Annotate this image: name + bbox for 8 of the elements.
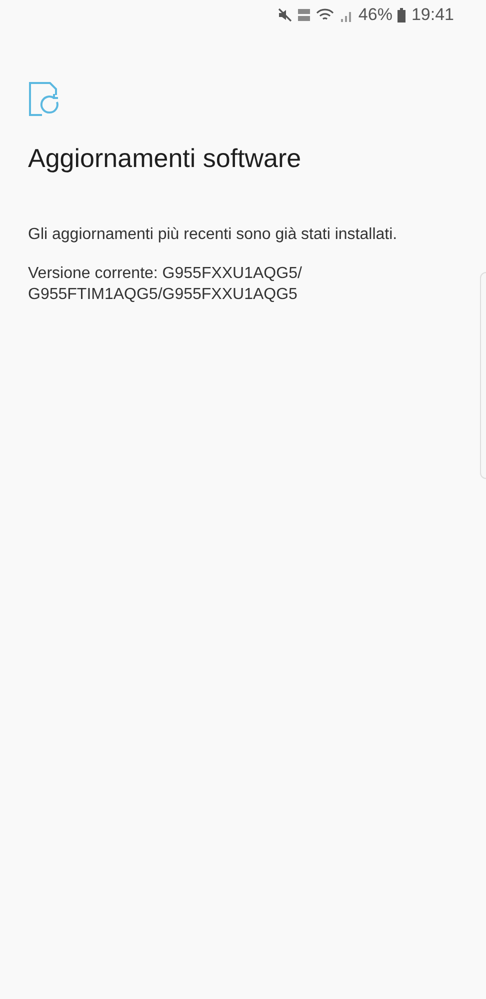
status-message: Gli aggiornamenti più recenti sono già stati installati.: [28, 226, 398, 244]
wifi-icon: [316, 8, 334, 22]
battery-percent: 46%: [358, 5, 392, 25]
clock-time: 19:41: [411, 5, 454, 25]
page-title: Aggiornamenti software: [28, 143, 302, 174]
current-version: Versione corrente: G955FXXU1AQG5/ G955FTIM1AQG5/G955FXXU1AQG5: [28, 264, 303, 305]
mute-icon: [278, 8, 292, 22]
battery-icon: [397, 8, 406, 22]
